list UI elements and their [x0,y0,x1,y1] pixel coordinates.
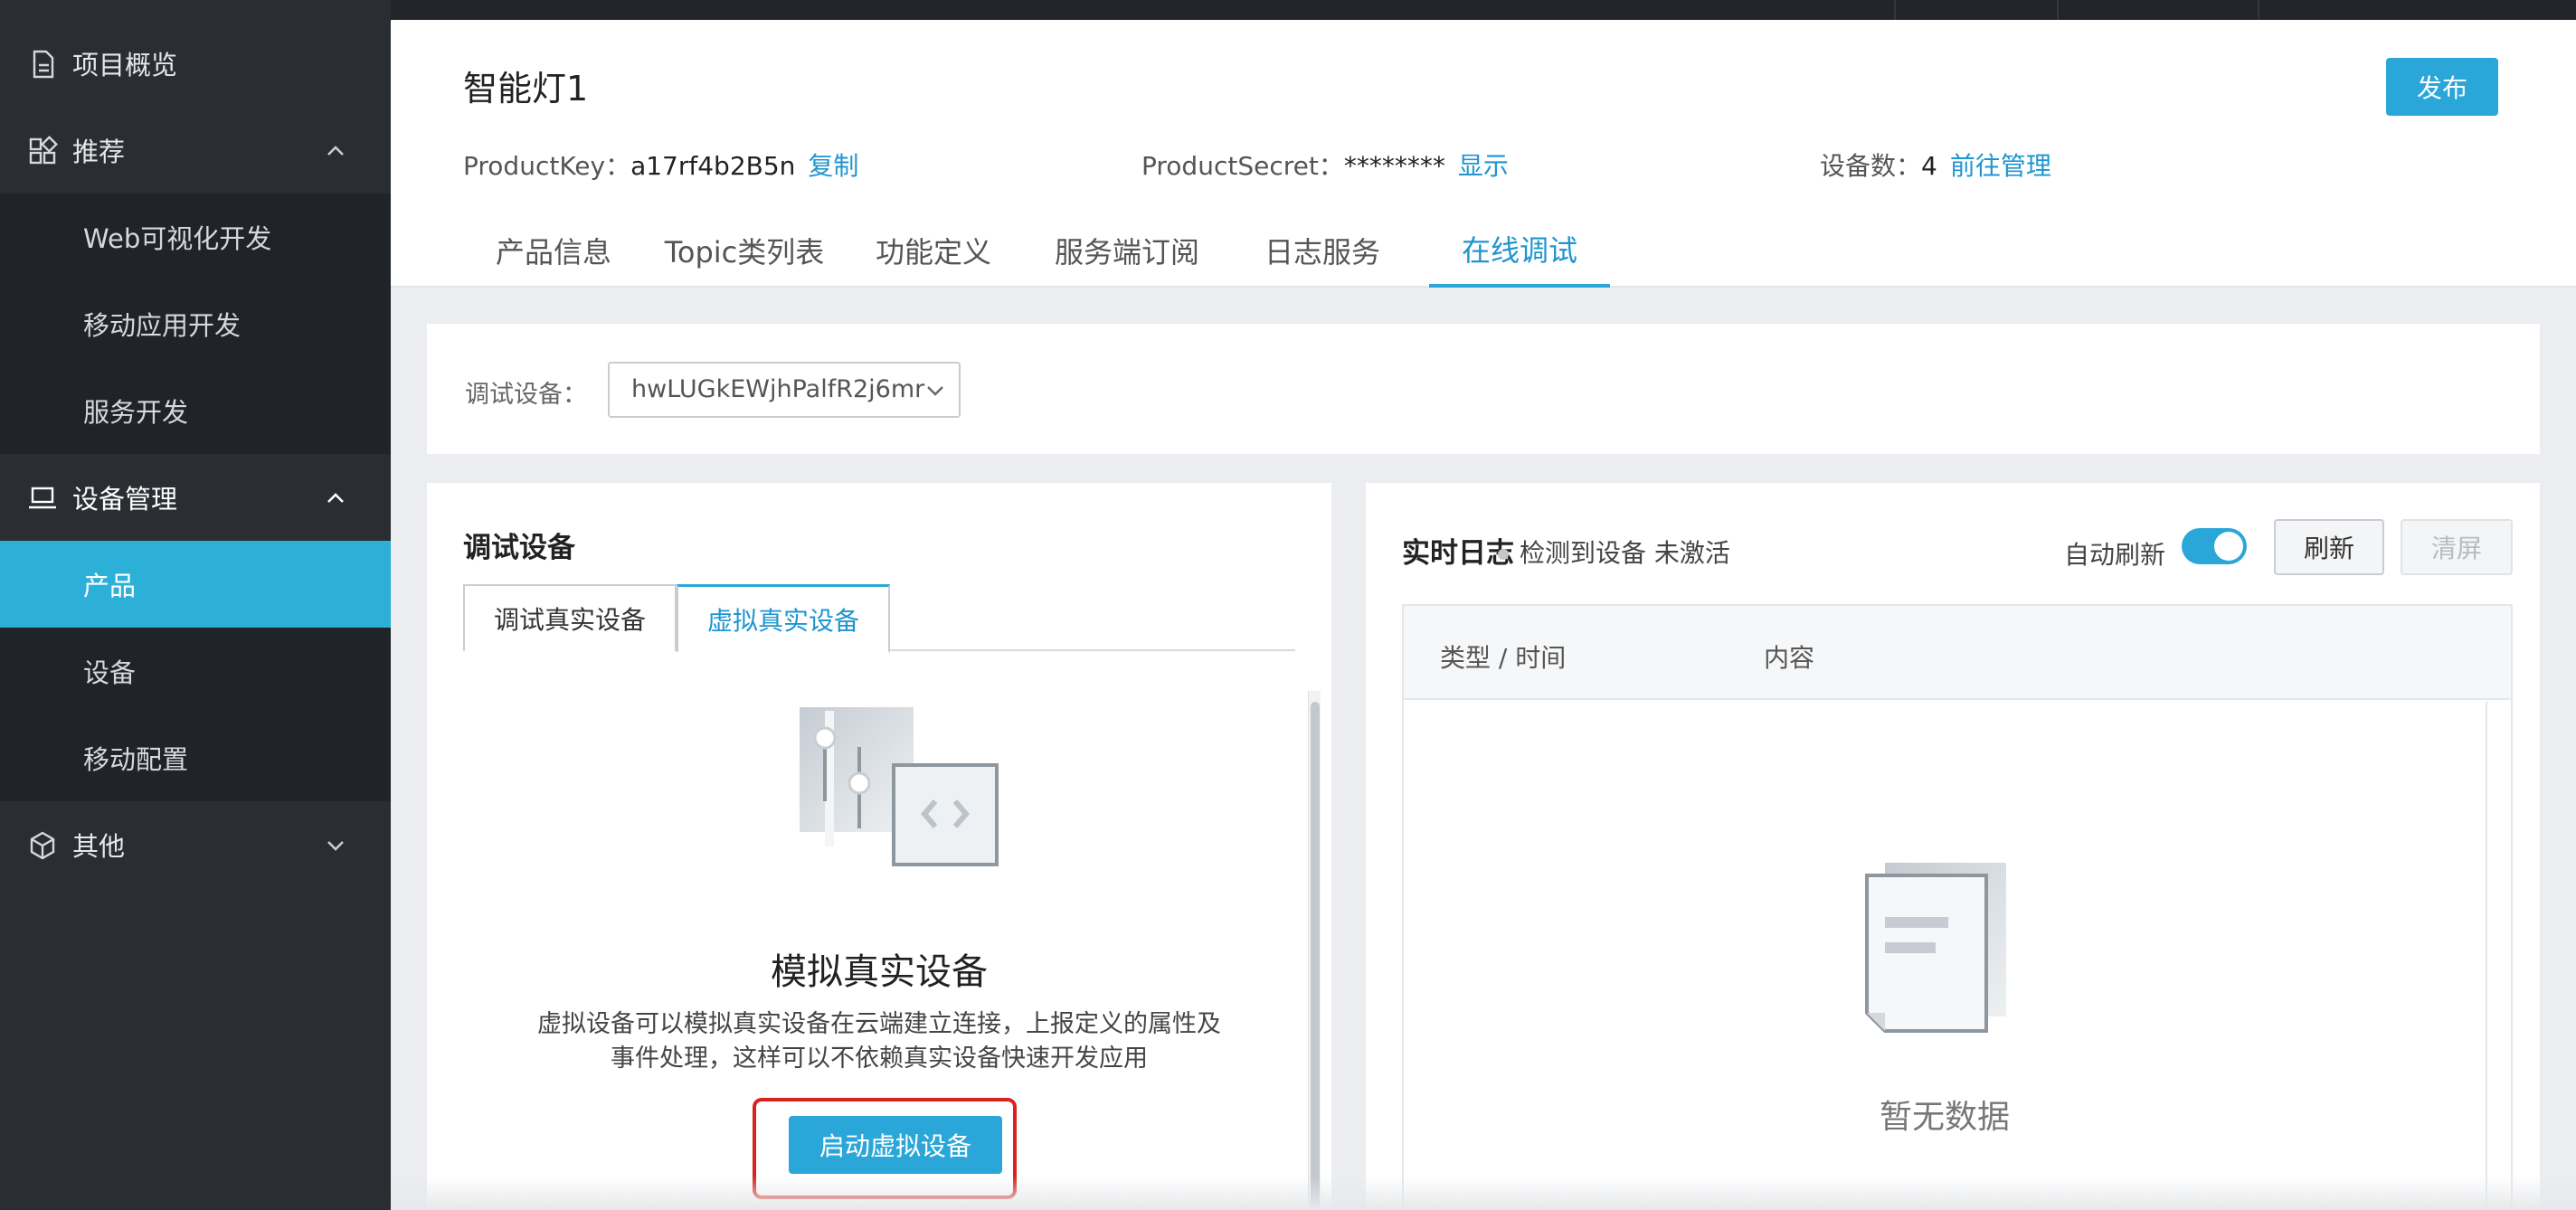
device-count-value: 4 [1921,151,1937,181]
virtual-device-description: 虚拟设备可以模拟真实设备在云端建立连接，上报定义的属性及 事件处理，这样可以不依… [508,1007,1250,1076]
sidebar-item-label: 推荐 [72,137,126,167]
chevron-down-icon [927,386,943,396]
clear-button[interactable]: 清屏 [2401,519,2513,575]
tab-online-debug[interactable]: 在线调试 [1429,213,1610,288]
sidebar-group-other[interactable]: 其他 [0,801,391,888]
document-icon [33,50,54,79]
sidebar-item-label: 项目概览 [72,50,178,80]
debug-device-label: 调试设备： [465,381,587,409]
sidebar-item-label: 设备 [83,657,137,688]
toggle-knob [2214,532,2243,561]
sidebar-item-project-overview[interactable]: 项目概览 [0,20,391,107]
device-count: 设备数：4 前往管理 [1820,147,2051,183]
virtual-device-illustration [800,707,999,866]
log-scrollbar[interactable] [2486,702,2511,1210]
tab-function-definition[interactable]: 功能定义 [845,213,1022,288]
sidebar-group-device-management[interactable]: 设备管理 [0,454,391,541]
selected-device-value: hwLUGkEWjhPalfR2j6mr [631,375,925,403]
realtime-log-panel: 实时日志 检测到设备 未激活 自动刷新 刷新 清屏 类型 / 时间 内容 暂无数… [1366,483,2540,1210]
sidebar-item-web-visual-dev[interactable]: Web可视化开发 [0,194,391,280]
manage-link[interactable]: 前往管理 [1950,151,2051,181]
device-count-label: 设备数： [1820,151,1922,181]
column-type-time: 类型 / 时间 [1440,643,1567,673]
sidebar-item-label: 服务开发 [83,397,189,428]
column-content: 内容 [1764,643,1815,673]
tab-debug-real-device[interactable]: 调试真实设备 [463,584,677,651]
scrollbar-thumb[interactable] [1311,702,1320,1210]
tab-server-subscription[interactable]: 服务端订阅 [1022,213,1232,288]
panel-title: 调试设备 [463,532,575,564]
top-strip-divider [2057,0,2059,20]
chevron-up-icon [327,493,344,503]
status-dot [1498,549,1509,560]
copy-link[interactable]: 复制 [808,151,858,181]
tab-virtual-device[interactable]: 虚拟真实设备 [677,584,890,653]
auto-refresh-toggle[interactable] [2182,528,2247,564]
sidebar-item-mobile-app-dev[interactable]: 移动应用开发 [0,280,391,367]
product-secret-label: ProductSecret： [1141,151,1344,181]
sidebar-item-mobile-config[interactable]: 移动配置 [0,714,391,801]
chevron-down-icon [327,841,344,851]
sidebar-item-device[interactable]: 设备 [0,628,391,714]
page-title: 智能灯1 [463,69,589,109]
log-table: 类型 / 时间 内容 暂无数据 [1402,604,2513,1210]
device-status: 检测到设备 未激活 [1498,534,1730,570]
scrollbar[interactable] [1308,691,1321,1210]
top-strip-divider [2258,0,2259,20]
product-header: 智能灯1 发布 ProductKey：a17rf4b2B5n 复制 Product… [391,20,2576,288]
log-table-header: 类型 / 时间 内容 [1404,606,2511,700]
cube-icon [30,831,55,860]
empty-state-text: 暂无数据 [1879,1099,2010,1136]
sidebar-item-label: 移动配置 [83,744,189,775]
publish-button[interactable]: 发布 [2386,58,2498,116]
sidebar-item-label: 产品 [83,571,137,601]
debug-device-panel: 调试设备 调试真实设备 虚拟真实设备 模拟真实设备 虚拟设备可以模拟真实设备在云… [427,483,1331,1210]
empty-document-icon [1865,863,2006,1033]
product-key-label: ProductKey： [463,151,631,181]
product-key: ProductKey：a17rf4b2B5n 复制 [463,147,858,183]
debug-device-bar: 调试设备： hwLUGkEWjhPalfR2j6mr [427,324,2540,454]
product-secret-value: ******** [1343,151,1445,181]
tab-product-info[interactable]: 产品信息 [463,213,644,288]
tab-topic-list[interactable]: Topic类列表 [644,213,845,288]
sidebar-item-label: 设备管理 [72,484,178,515]
highlight-box: 启动虚拟设备 [753,1098,1017,1199]
virtual-device-title: 模拟真实设备 [771,951,988,993]
sidebar-group-recommend[interactable]: 推荐 [0,107,391,194]
auto-refresh-label: 自动刷新 [2064,540,2166,570]
debug-device-select[interactable]: hwLUGkEWjhPalfR2j6mr [608,362,961,418]
chevron-up-icon [327,146,344,156]
sidebar-item-label: 移动应用开发 [83,310,242,341]
show-secret-link[interactable]: 显示 [1458,151,1509,181]
product-secret: ProductSecret：******** 显示 [1141,147,1509,183]
refresh-button[interactable]: 刷新 [2274,519,2384,575]
laptop-icon [29,487,56,509]
virtual-device-desc-line: 虚拟设备可以模拟真实设备在云端建立连接，上报定义的属性及 [537,1010,1221,1038]
sidebar-item-service-dev[interactable]: 服务开发 [0,367,391,454]
apps-grid-icon [29,136,58,165]
sidebar-item-label: Web可视化开发 [83,223,272,254]
main-content: 智能灯1 发布 ProductKey：a17rf4b2B5n 复制 Product… [391,20,2576,1210]
device-status-text: 检测到设备 未激活 [1520,538,1730,568]
sidebar: 项目概览 推荐 Web可视化开发 移动应用开发 服务开发 设备管理 产品 设备 … [0,0,391,1210]
product-key-value: a17rf4b2B5n [630,151,796,181]
debug-mode-tabs: 调试真实设备 虚拟真实设备 [463,584,1295,653]
sidebar-item-label: 其他 [72,831,126,862]
start-virtual-device-button[interactable]: 启动虚拟设备 [789,1116,1002,1174]
sidebar-item-product[interactable]: 产品 [0,541,391,628]
tab-log-service[interactable]: 日志服务 [1232,213,1413,288]
top-strip-divider [1894,0,1896,20]
virtual-device-desc-line: 事件处理，这样可以不依赖真实设备快速开发应用 [611,1045,1148,1073]
